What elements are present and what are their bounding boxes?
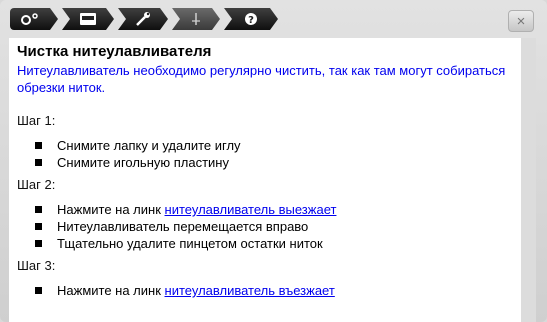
thread-catcher-retract-link[interactable]: нитеулавливатель въезжает: [165, 283, 335, 298]
step-2-list: Нажмите на линк нитеулавливатель выезжае…: [9, 201, 521, 252]
toolbar-sewing-machine-button[interactable]: [62, 8, 114, 30]
toolbar-needle-button[interactable]: [172, 8, 220, 30]
list-item-text: Нажмите на линк: [57, 202, 165, 217]
needle-icon: [189, 12, 203, 26]
help-icon: ?: [240, 12, 262, 26]
list-item-text: Нажмите на линк: [57, 283, 165, 298]
list-item: Нажмите на линк нитеулавливатель въезжае…: [35, 282, 521, 299]
close-button[interactable]: ×: [508, 10, 534, 32]
intro-text: Нитеулавливатель необходимо регулярно чи…: [17, 63, 506, 95]
list-item: Тщательно удалите пинцетом остатки ниток: [35, 235, 521, 252]
step-1-list: Снимите лапку и удалите иглу Снимите иго…: [9, 137, 521, 171]
close-icon: ×: [516, 12, 526, 30]
svg-text:?: ?: [248, 15, 254, 26]
list-item: Снимите игольную пластину: [35, 154, 521, 171]
step-3-list: Нажмите на линк нитеулавливатель въезжае…: [9, 282, 521, 299]
step-2-label: Шаг 2:: [17, 177, 56, 192]
help-content-panel: Чистка нитеулавливателя Нитеулавливатель…: [9, 38, 521, 322]
machine-settings-icon: [20, 12, 42, 26]
step-1-label: Шаг 1:: [17, 113, 56, 128]
toolbar-wrench-button[interactable]: [118, 8, 168, 30]
page-title: Чистка нитеулавливателя: [17, 43, 212, 60]
list-item: Нажмите на линк нитеулавливатель выезжае…: [35, 201, 521, 218]
toolbar-machine-settings-button[interactable]: [10, 8, 58, 30]
sewing-machine-icon: [78, 12, 98, 26]
wrench-icon: [135, 12, 151, 26]
list-item: Снимите лапку и удалите иглу: [35, 137, 521, 154]
list-item: Нитеулавливатель перемещается вправо: [35, 218, 521, 235]
step-3-label: Шаг 3:: [17, 258, 56, 273]
breadcrumb-toolbar: ?: [10, 8, 282, 30]
thread-catcher-extend-link[interactable]: нитеулавливатель выезжает: [165, 202, 337, 217]
scrollbar-track[interactable]: [521, 38, 536, 322]
toolbar-help-button[interactable]: ?: [224, 8, 278, 30]
